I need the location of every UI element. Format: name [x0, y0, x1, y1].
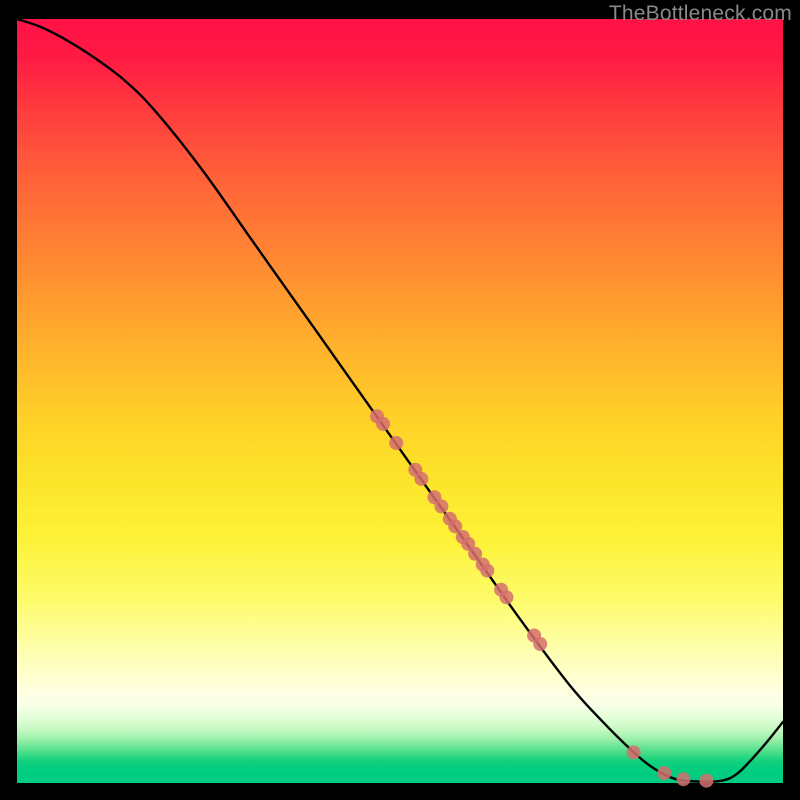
- data-point: [414, 472, 428, 486]
- data-point: [434, 499, 448, 513]
- curve-line: [17, 19, 783, 782]
- plot-area: [17, 19, 783, 783]
- bottleneck-curve: [17, 19, 783, 783]
- data-point: [500, 590, 514, 604]
- data-point: [389, 436, 403, 450]
- data-points-group: [370, 409, 713, 787]
- data-point: [699, 774, 713, 788]
- data-point: [676, 772, 690, 786]
- data-point: [376, 417, 390, 431]
- data-point: [480, 564, 494, 578]
- data-point: [627, 745, 641, 759]
- data-point: [657, 766, 671, 780]
- data-point: [533, 637, 547, 651]
- chart-frame: TheBottleneck.com: [0, 0, 800, 800]
